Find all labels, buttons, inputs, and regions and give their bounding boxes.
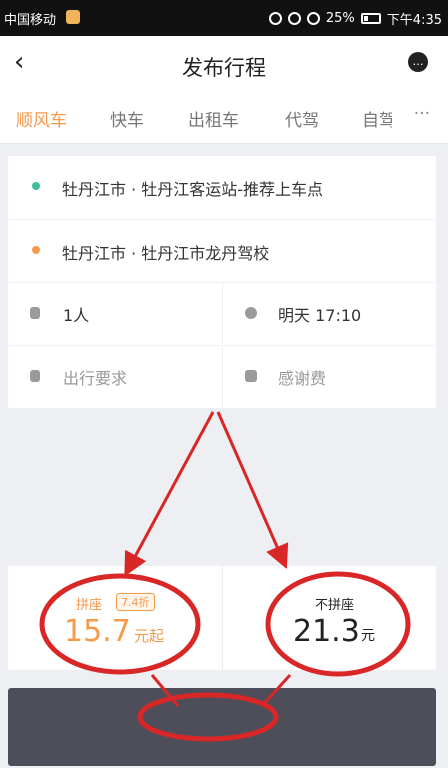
annotation-arrow: [216, 411, 289, 569]
eye-icon: [287, 12, 301, 25]
origin-address: 牡丹江市 · 牡丹江客运站-推荐上车点: [62, 180, 324, 199]
wallet-icon: [245, 370, 257, 382]
destination-address: 牡丹江市 · 牡丹江市龙丹驾校: [62, 244, 270, 263]
tab-express[interactable]: 快车: [110, 106, 144, 131]
no-carpool-unit: 元: [361, 628, 375, 644]
tab-taxi[interactable]: 出租车: [188, 106, 239, 131]
person-icon: [30, 307, 40, 319]
route-card: 牡丹江市 · 牡丹江客运站-推荐上车点 牡丹江市 · 牡丹江市龙丹驾校 1人 明…: [8, 156, 436, 408]
page-title: 发布行程: [182, 56, 266, 80]
more-tabs-icon[interactable]: ···: [414, 104, 430, 124]
wifi-icon: [306, 12, 320, 25]
status-right: 25% 下午4:35: [268, 9, 442, 28]
clock: 下午4:35: [386, 13, 442, 28]
no-carpool-price: 21.3: [293, 614, 360, 649]
discount-badge: 7.4折: [116, 593, 155, 611]
thanks-fee-placeholder: 感谢费: [278, 369, 327, 388]
carpool-option[interactable]: 拼座 7.4折 15.7 元起: [8, 566, 222, 670]
passenger-selector[interactable]: 1人: [8, 283, 222, 344]
origin-dot-icon: [32, 182, 40, 190]
nav-bar: ‹ 发布行程 …: [0, 36, 448, 92]
carpool-price: 15.7: [64, 614, 131, 649]
no-carpool-label: 不拼座: [315, 598, 355, 613]
requirements-field[interactable]: 出行要求: [8, 346, 222, 407]
options-row-2: 出行要求 感谢费: [8, 345, 436, 407]
battery-percent: 25%: [325, 11, 355, 26]
destination-row[interactable]: 牡丹江市 · 牡丹江市龙丹驾校: [8, 219, 436, 281]
requirements-placeholder: 出行要求: [63, 369, 128, 388]
origin-row[interactable]: 牡丹江市 · 牡丹江客运站-推荐上车点: [8, 156, 436, 218]
clock-icon: [245, 307, 257, 319]
location-icon: [268, 12, 282, 25]
departure-time: 明天 17:10: [278, 306, 362, 325]
destination-dot-icon: [32, 246, 40, 254]
no-carpool-option[interactable]: 不拼座 21.3 元: [222, 566, 436, 670]
tab-driver[interactable]: 代驾: [285, 106, 319, 131]
price-card: 拼座 7.4折 15.7 元起 不拼座 21.3 元: [8, 566, 436, 670]
carrier-label: 中国移动: [4, 13, 57, 28]
time-selector[interactable]: 明天 17:10: [222, 283, 436, 344]
app-notification-icon: [66, 10, 80, 24]
thanks-fee-field[interactable]: 感谢费: [222, 346, 436, 407]
carpool-unit: 元起: [134, 627, 165, 645]
options-row-1: 1人 明天 17:10: [8, 282, 436, 344]
service-tabs: 顺风车 快车 出租车 代驾 自驾 ···: [0, 92, 448, 144]
note-icon: [30, 370, 40, 382]
message-icon[interactable]: …: [408, 52, 428, 72]
carpool-label: 拼座: [76, 598, 103, 613]
annotation-arrow: [124, 411, 215, 577]
confirm-button[interactable]: [8, 688, 436, 766]
tab-self-drive[interactable]: 自驾: [362, 106, 392, 131]
battery-icon: [360, 13, 381, 24]
passenger-count: 1人: [63, 306, 90, 325]
tab-hitch[interactable]: 顺风车: [16, 106, 67, 131]
status-bar: 中国移动 25% 下午4:35: [0, 0, 448, 36]
